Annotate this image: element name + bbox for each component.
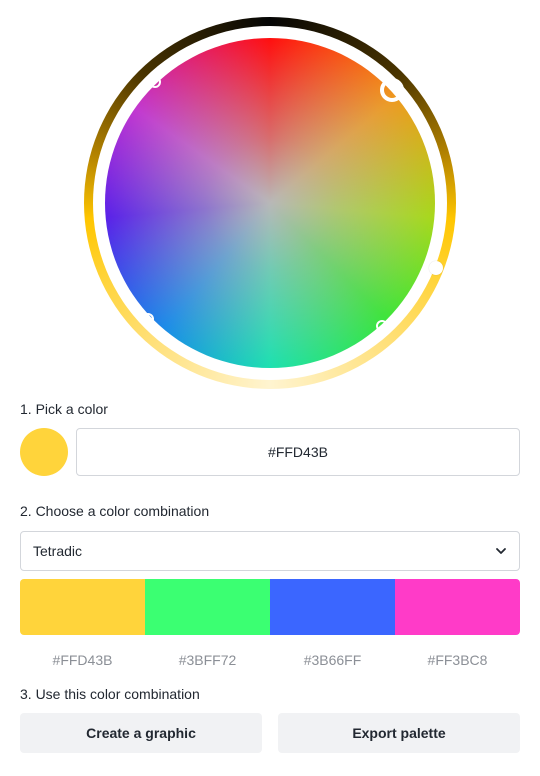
palette-hex-1[interactable]: #FFD43B [20, 652, 145, 668]
palette-hex-3[interactable]: #3B66FF [270, 652, 395, 668]
palette-swatch-2[interactable] [145, 579, 270, 635]
combination-select[interactable]: Tetradic [20, 531, 520, 571]
secondary-color-handle-3[interactable] [376, 320, 388, 332]
palette-hex-labels: #FFD43B #3BFF72 #3B66FF #FF3BC8 [20, 652, 520, 668]
secondary-color-handle-1[interactable] [149, 76, 161, 88]
color-wheel[interactable] [84, 17, 456, 389]
create-graphic-button[interactable]: Create a graphic [20, 713, 262, 753]
chevron-down-icon [496, 548, 506, 554]
main-color-handle[interactable] [380, 78, 404, 102]
step-use-label: 3. Use this color combination [20, 686, 200, 702]
palette-swatch-3[interactable] [270, 579, 395, 635]
palette-hex-4[interactable]: #FF3BC8 [395, 652, 520, 668]
palette-swatch-4[interactable] [395, 579, 520, 635]
palette-hex-2[interactable]: #3BFF72 [145, 652, 270, 668]
step-pick-label: 1. Pick a color [20, 401, 108, 417]
secondary-color-handle-2[interactable] [142, 313, 154, 325]
palette-swatch-1[interactable] [20, 579, 145, 635]
step-combination-label: 2. Choose a color combination [20, 503, 210, 519]
combination-select-value: Tetradic [33, 543, 83, 559]
selected-color-swatch[interactable] [20, 428, 68, 476]
export-palette-button[interactable]: Export palette [278, 713, 520, 753]
hex-input[interactable]: #FFD43B [76, 428, 520, 476]
palette-strip [20, 579, 520, 635]
brightness-handle[interactable] [429, 261, 443, 275]
